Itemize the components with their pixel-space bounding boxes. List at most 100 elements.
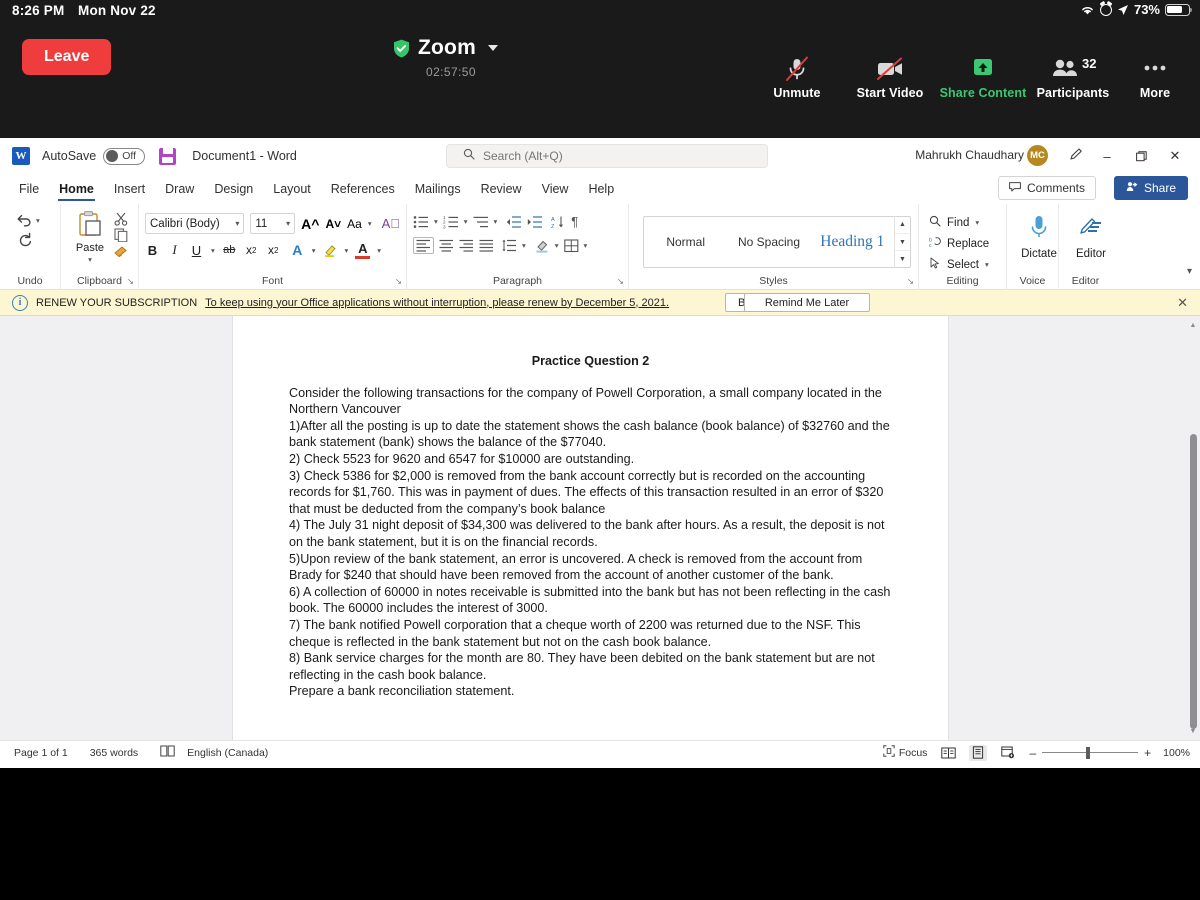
copy-icon[interactable]	[113, 228, 129, 242]
zoom-level[interactable]: 100%	[1163, 747, 1190, 759]
start-video-button[interactable]: Start Video	[845, 56, 935, 100]
comments-button[interactable]: Comments	[997, 176, 1096, 200]
vertical-scrollbar[interactable]: ▲ ▼	[1186, 316, 1200, 740]
ink-pen-icon[interactable]	[1069, 146, 1084, 166]
read-mode-icon[interactable]	[939, 745, 957, 761]
text-effects-dropdown-icon[interactable]: ▾	[312, 246, 316, 255]
tab-help[interactable]: Help	[579, 178, 623, 200]
autosave-toggle[interactable]: Off	[103, 147, 146, 165]
bullet-list-icon[interactable]	[413, 215, 429, 229]
document-canvas[interactable]: Prepare a bank reconciliation statement.…	[0, 316, 1200, 740]
decrease-indent-icon[interactable]	[506, 215, 522, 229]
tab-insert[interactable]: Insert	[105, 178, 154, 200]
zoom-out-button[interactable]: –	[1029, 746, 1036, 760]
proofing-book-icon[interactable]	[160, 745, 175, 760]
share-button[interactable]: Share	[1113, 176, 1188, 200]
shading-icon[interactable]	[535, 239, 550, 253]
zoom-in-button[interactable]: +	[1144, 746, 1151, 760]
italic-button[interactable]: I	[167, 241, 182, 259]
find-dropdown-icon[interactable]: ▾	[975, 218, 979, 227]
print-layout-icon[interactable]	[969, 744, 988, 761]
paste-button[interactable]: Paste ▾	[67, 208, 113, 270]
bold-button[interactable]: B	[145, 241, 160, 259]
highlighter-icon[interactable]	[323, 241, 338, 259]
more-button[interactable]: More	[1110, 56, 1200, 100]
change-case-dropdown-icon[interactable]: ▾	[368, 219, 372, 228]
clipboard-dialog-launcher-icon[interactable]: ↘	[127, 276, 134, 287]
banner-link[interactable]: To keep using your Office applications w…	[205, 297, 669, 309]
select-dropdown-icon[interactable]: ▾	[985, 260, 989, 269]
tab-references[interactable]: References	[322, 178, 404, 200]
format-painter-icon[interactable]	[113, 244, 129, 258]
participants-button[interactable]: 32 Participants	[1028, 56, 1118, 100]
styles-dialog-launcher-icon[interactable]: ↘	[907, 276, 914, 287]
numbered-list-icon[interactable]: 123	[443, 215, 459, 229]
replace-button[interactable]: bc Replace	[925, 233, 1000, 254]
meeting-title-block[interactable]: Zoom 02:57:50	[393, 36, 613, 79]
tab-mailings[interactable]: Mailings	[406, 178, 470, 200]
font-dialog-launcher-icon[interactable]: ↘	[395, 276, 402, 287]
scissors-icon[interactable]	[113, 212, 129, 226]
avatar[interactable]: MC	[1027, 145, 1048, 166]
chevron-up-icon[interactable]: ▾	[1187, 266, 1192, 277]
underline-button[interactable]: U	[189, 241, 204, 259]
editor-button[interactable]: Editor	[1065, 208, 1117, 270]
clear-formatting-icon[interactable]: A⃠	[382, 216, 400, 231]
align-center-icon[interactable]	[439, 239, 454, 252]
focus-button[interactable]: Focus	[883, 745, 927, 760]
web-layout-icon[interactable]	[999, 745, 1017, 761]
styles-scroll-up-icon[interactable]: ▲	[895, 216, 910, 233]
tab-layout[interactable]: Layout	[264, 178, 320, 200]
document-text[interactable]: Practice Question 2 Consider the followi…	[233, 316, 948, 700]
tab-file[interactable]: File	[10, 178, 48, 200]
line-spacing-icon[interactable]	[502, 239, 517, 252]
style-heading-1[interactable]: Heading 1	[811, 216, 894, 268]
redo-arrow-icon[interactable]	[16, 231, 33, 247]
find-button[interactable]: Find ▾	[925, 212, 1000, 233]
search-input[interactable]	[483, 149, 733, 163]
undo-arrow-icon[interactable]	[16, 212, 33, 228]
shrink-font-icon[interactable]: A˅	[325, 217, 341, 231]
grow-font-icon[interactable]: A^	[301, 216, 319, 232]
remind-me-later-button[interactable]: Remind Me Later	[744, 293, 870, 312]
tab-draw[interactable]: Draw	[156, 178, 203, 200]
save-disk-icon[interactable]	[159, 147, 177, 165]
multilevel-list-icon[interactable]	[473, 215, 489, 229]
zoom-thumb[interactable]	[1086, 746, 1091, 759]
tab-view[interactable]: View	[533, 178, 578, 200]
change-case-icon[interactable]: Aa	[347, 217, 362, 231]
line-spacing-dropdown-icon[interactable]: ▾	[522, 241, 526, 250]
sort-az-icon[interactable]: AZ	[551, 215, 566, 229]
undo-dropdown-icon[interactable]: ▾	[36, 216, 40, 225]
align-right-icon[interactable]	[459, 239, 474, 252]
zoom-slider[interactable]: – +	[1029, 746, 1151, 760]
unmute-button[interactable]: Unmute	[752, 56, 842, 100]
search-box[interactable]	[446, 144, 768, 168]
paste-dropdown-icon[interactable]: ▾	[88, 255, 92, 264]
minimize-button[interactable]: –	[1096, 146, 1118, 166]
justify-icon[interactable]	[479, 239, 494, 252]
subscript-button[interactable]: x2	[244, 241, 259, 259]
underline-dropdown-icon[interactable]: ▾	[211, 246, 215, 255]
maximize-button[interactable]	[1130, 146, 1152, 166]
style-no-spacing[interactable]: No Spacing	[727, 216, 810, 268]
chevron-down-icon[interactable]	[487, 45, 498, 51]
word-count[interactable]: 365 words	[90, 747, 138, 759]
style-normal[interactable]: Normal	[644, 216, 727, 268]
tab-home[interactable]: Home	[50, 178, 103, 201]
strikethrough-button[interactable]: ab	[222, 241, 237, 259]
font-name-select[interactable]: Calibri (Body) ▾	[145, 213, 245, 234]
close-icon[interactable]: ✕	[1177, 295, 1188, 311]
highlight-dropdown-icon[interactable]: ▾	[345, 246, 349, 255]
bullets-dropdown-icon[interactable]: ▾	[434, 217, 438, 226]
multilevel-dropdown-icon[interactable]: ▾	[494, 217, 498, 226]
borders-icon[interactable]	[563, 238, 579, 253]
font-size-select[interactable]: 11 ▾	[250, 213, 296, 234]
styles-scroll-down-icon[interactable]: ▼	[894, 232, 910, 251]
font-color-icon[interactable]: A	[355, 241, 371, 259]
numbering-dropdown-icon[interactable]: ▾	[464, 217, 468, 226]
language-indicator[interactable]: English (Canada)	[187, 747, 268, 759]
styles-more-icon[interactable]: ▼	[894, 250, 910, 268]
superscript-button[interactable]: x2	[266, 241, 281, 259]
tab-design[interactable]: Design	[205, 178, 262, 200]
